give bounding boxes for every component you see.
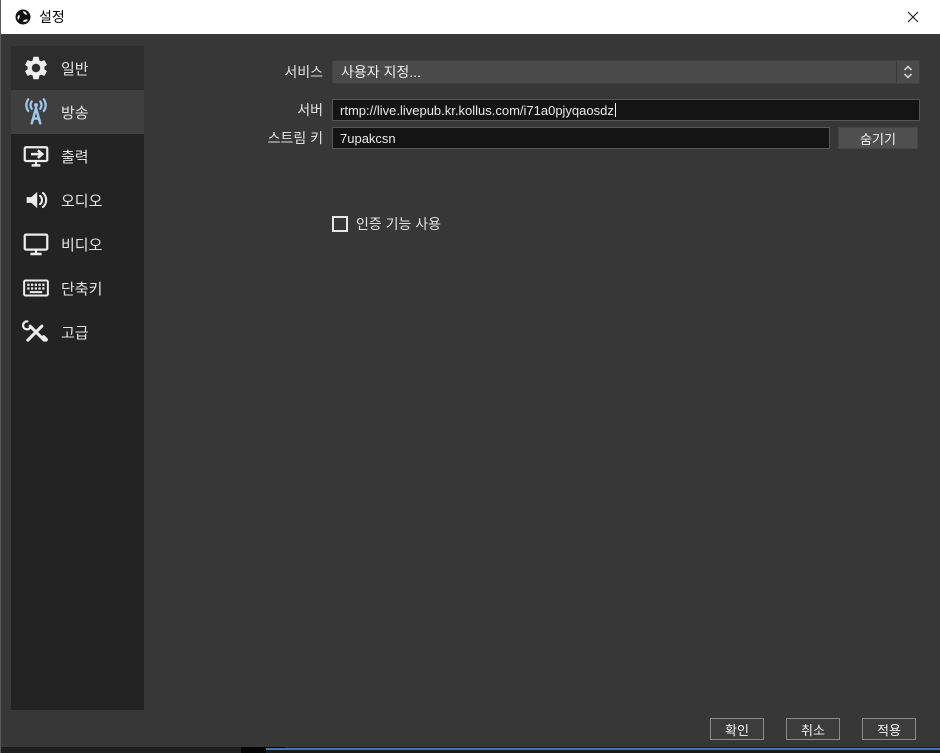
video-icon — [19, 229, 53, 259]
stream-key-label: 스트림 키 — [267, 130, 323, 146]
auth-checkbox-label: 인증 기능 사용 — [356, 216, 442, 232]
dialog-title: 설정 — [39, 9, 65, 25]
sidebar-item-label: 출력 — [61, 148, 89, 166]
close-button[interactable] — [892, 0, 934, 33]
sidebar-item-output[interactable]: 출력 — [11, 134, 144, 178]
ok-button[interactable]: 확인 — [710, 718, 764, 740]
hide-key-button[interactable]: 숨기기 — [838, 127, 918, 149]
stream-settings-panel: 서비스 사용자 지정... 서버 rtmp://live.livepub.kr.… — [151, 36, 940, 747]
dialog-footer: 확인 취소 적용 — [710, 718, 916, 740]
keyboard-icon — [19, 273, 53, 303]
combo-spinner[interactable] — [896, 61, 919, 83]
service-label: 서비스 — [284, 64, 323, 80]
obs-logo-icon — [14, 8, 32, 26]
cancel-button[interactable]: 취소 — [786, 718, 840, 740]
sidebar-item-label: 단축키 — [61, 280, 103, 298]
apply-button[interactable]: 적용 — [862, 718, 916, 740]
service-selected-value: 사용자 지정... — [341, 64, 421, 80]
desktop-sliver — [1, 747, 940, 753]
audio-icon — [19, 185, 53, 215]
stream-key-input[interactable]: 7upakcsn — [332, 127, 830, 149]
close-icon — [907, 11, 919, 22]
server-value: rtmp://live.livepub.kr.kollus.com/i71a0p… — [340, 102, 614, 118]
sidebar-item-label: 고급 — [61, 324, 89, 342]
sidebar-item-label: 방송 — [61, 104, 89, 122]
service-select[interactable]: 사용자 지정... — [332, 60, 920, 84]
sidebar-item-label: 비디오 — [61, 236, 103, 254]
sidebar-item-advanced[interactable]: 고급 — [11, 310, 144, 354]
chevron-up-icon — [903, 65, 913, 71]
sidebar-item-audio[interactable]: 오디오 — [11, 178, 144, 222]
stream-key-value: 7upakcsn — [340, 130, 396, 146]
server-input[interactable]: rtmp://live.livepub.kr.kollus.com/i71a0p… — [332, 99, 920, 121]
auth-checkbox[interactable] — [332, 216, 348, 232]
broadcast-icon — [19, 97, 53, 127]
sidebar-item-hotkeys[interactable]: 단축키 — [11, 266, 144, 310]
background-window-edge — [266, 748, 940, 753]
settings-sidebar: 일반 방송 출력 오디오 비디오 단축키 고급 — [11, 46, 144, 710]
sidebar-item-general[interactable]: 일반 — [11, 46, 144, 90]
titlebar: 설정 — [1, 0, 940, 36]
sidebar-item-video[interactable]: 비디오 — [11, 222, 144, 266]
server-label: 서버 — [297, 102, 323, 118]
text-caret — [614, 103, 616, 117]
settings-dialog: 설정 일반 방송 출력 오디오 비디오 단축키 고급 서비스 사용자 지정...… — [0, 0, 940, 753]
sidebar-item-stream[interactable]: 방송 — [11, 90, 144, 134]
sidebar-item-label: 오디오 — [61, 192, 103, 210]
gear-icon — [19, 53, 53, 83]
output-icon — [19, 141, 53, 171]
tools-icon — [19, 317, 53, 347]
chevron-down-icon — [903, 73, 913, 79]
sidebar-item-label: 일반 — [61, 60, 89, 78]
